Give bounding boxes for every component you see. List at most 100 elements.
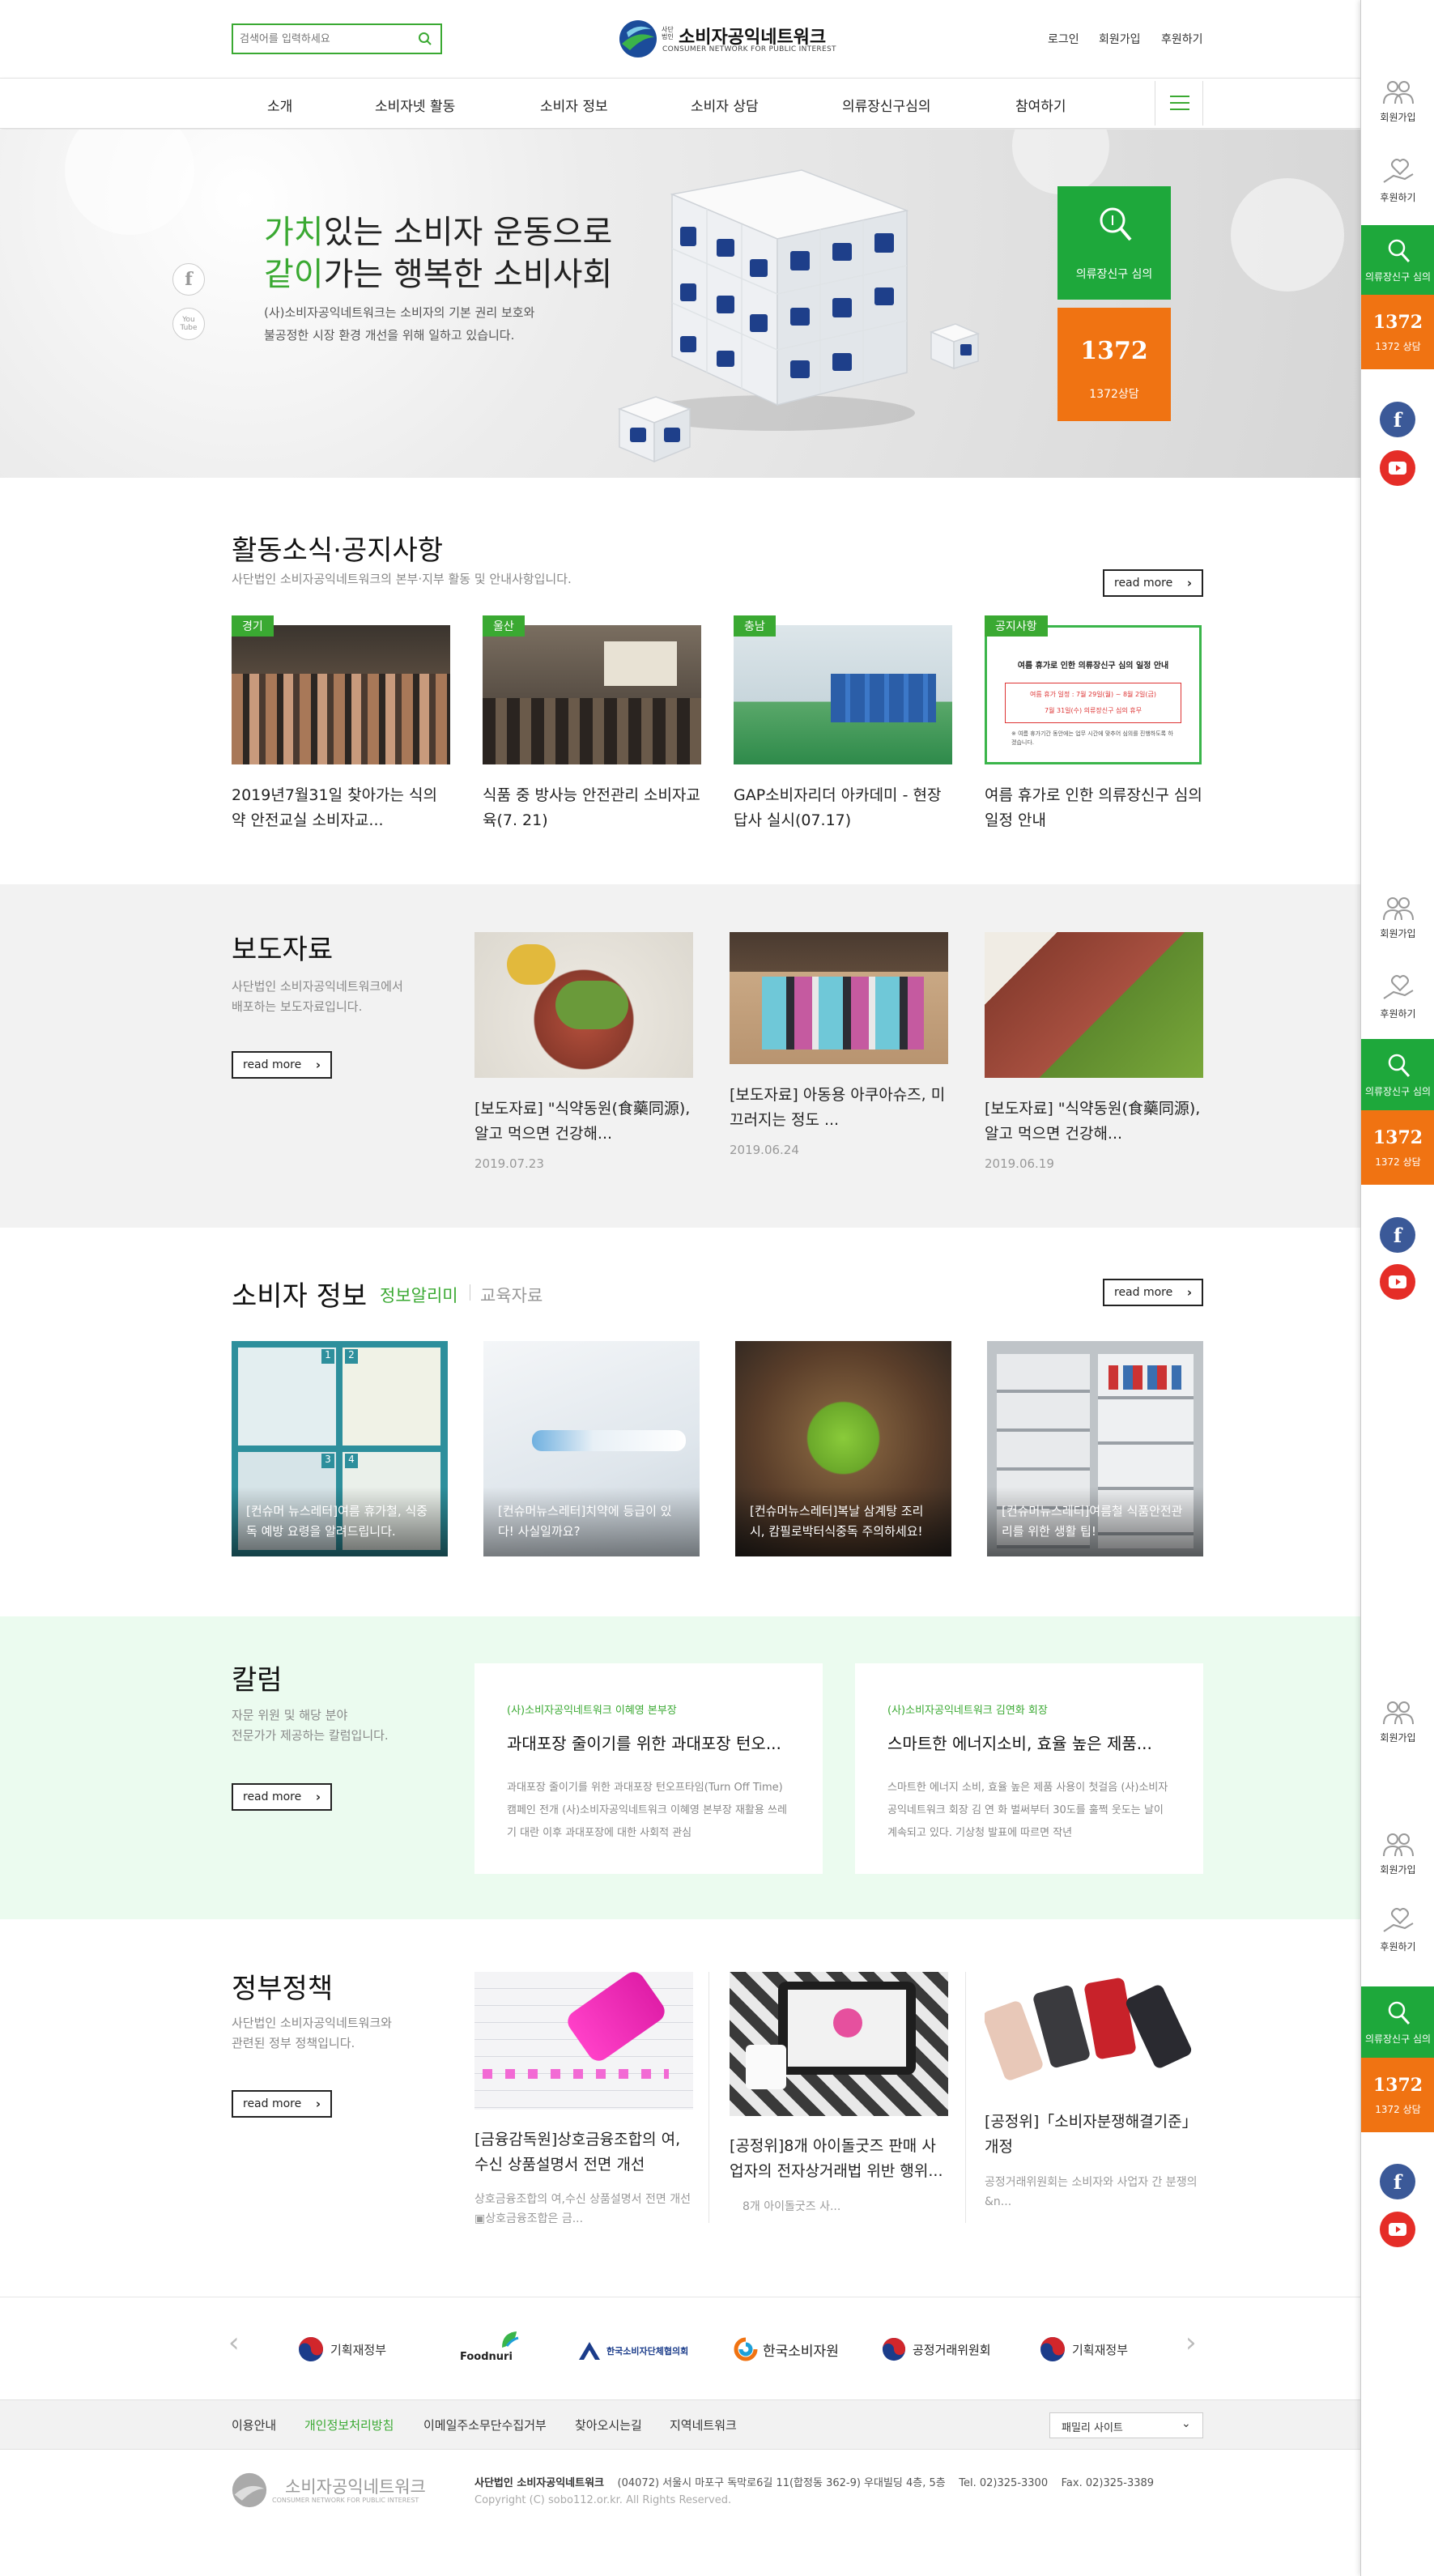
nav-item-review[interactable]: 의류장신구심의 [842, 95, 930, 115]
news-item-title-4[interactable]: 여름 휴가로 인한 의류장신구 심의 일정 안내 [985, 783, 1203, 833]
press-thumb-1[interactable] [474, 932, 693, 1078]
signup-link[interactable]: 회원가입 [1099, 31, 1141, 47]
policy-thumb-1[interactable] [474, 1972, 693, 2110]
review-cta-button[interactable]: 의류장신구 심의 [1057, 186, 1171, 300]
sidebar-youtube-button[interactable] [1380, 1264, 1415, 1300]
cube-illustration [617, 169, 981, 463]
family-site-select[interactable]: 패밀리 사이트 ⌄ [1049, 2412, 1203, 2438]
sidebar-donate-button[interactable]: 후원하기 [1361, 1895, 1434, 1965]
login-link[interactable]: 로그인 [1048, 31, 1079, 47]
sidebar-donate-button[interactable]: 후원하기 [1361, 962, 1434, 1032]
quad-number: 4 [345, 1454, 358, 1468]
sidebar-call-button[interactable]: 1372 1372 상담 [1361, 1110, 1434, 1185]
search-input[interactable] [240, 32, 402, 46]
sidebar-join-button[interactable]: 회원가입 [1361, 883, 1434, 952]
column-title-1: 과대포장 줄이기를 위한 과대포장 턴오... [507, 1734, 781, 1753]
nav-item-intro[interactable]: 소개 [267, 95, 292, 115]
phone-photo [1124, 1982, 1194, 2071]
press-item-title-3[interactable]: [보도자료] "식약동원(食藥同源), 알고 먹으면 건강해... [985, 1096, 1203, 1147]
sidebar-join-button[interactable]: 회원가입 [1361, 1687, 1434, 1756]
footer-tel: Tel. 02)325-3300 [959, 2477, 1049, 2489]
sidebar-facebook-button[interactable]: f [1380, 1217, 1415, 1253]
sidebar-youtube-button[interactable] [1380, 450, 1415, 486]
facebook-social-button[interactable]: f [172, 263, 205, 296]
search-icon[interactable] [418, 32, 432, 46]
policy-read-more-button[interactable]: read more › [232, 2090, 332, 2118]
nav-item-activity[interactable]: 소비자넷 활동 [375, 95, 455, 115]
sidebar-review-button[interactable]: 의류장신구 심의 [1361, 225, 1434, 295]
info-tab-active[interactable]: 정보알리미 [380, 1283, 458, 1307]
column-read-more-button[interactable]: read more › [232, 1783, 332, 1811]
press-section-title: 보도자료 [232, 934, 334, 966]
column-card-2[interactable]: (사)소비자공익네트워크 김연화 회장 스마트한 에너지소비, 효율 높은 제품… [855, 1663, 1203, 1874]
sidebar-review-button[interactable]: 의류장신구 심의 [1361, 1986, 1434, 2058]
food-items [1108, 1365, 1181, 1390]
news-notice-tag: 공지사항 [985, 615, 1048, 637]
news-thumb-3[interactable] [734, 625, 952, 764]
sidebar-join-button[interactable]: 회원가입 [1361, 1819, 1434, 1888]
partner-logo-kca[interactable]: 한국소비자원 [734, 2335, 839, 2363]
pink-circle [833, 2008, 862, 2037]
nav-item-participate[interactable]: 참여하기 [1015, 95, 1066, 115]
news-thumb-2[interactable] [483, 625, 701, 764]
sidebar-youtube-button[interactable] [1380, 2212, 1415, 2247]
info-card-1[interactable]: 1 2 3 4 [컨슈머 뉴스레터]여름 휴가철, 식중독 예방 요령을 알려드… [232, 1341, 448, 1556]
footer-link-directions[interactable]: 찾아오시는길 [575, 2416, 642, 2433]
chevron-right-icon: › [1186, 1285, 1192, 1300]
chevron-right-icon: › [315, 2097, 321, 2111]
partner-logo-consumer-council[interactable]: 한국소비자단체협의회 [577, 2339, 688, 2363]
all-menu-button[interactable] [1155, 81, 1203, 126]
press-item-title-1[interactable]: [보도자료] "식약동원(食藥同源), 알고 먹으면 건강해... [474, 1096, 693, 1147]
policy-thumb-2[interactable] [730, 1972, 948, 2116]
policy-item-title-2[interactable]: [공정위]8개 아이돌굿즈 판매 사업자의 전자상거래법 위반 행위... [730, 2134, 948, 2184]
corn-photo [507, 944, 555, 985]
footer-link-terms[interactable]: 이용안내 [232, 2416, 276, 2433]
info-read-more-button[interactable]: read more › [1103, 1279, 1203, 1306]
policy-item-title-3[interactable]: [공정위]「소비자분쟁해결기준」 개정 [985, 2110, 1203, 2160]
sidebar-call-button[interactable]: 1372 1372 상담 [1361, 295, 1434, 369]
news-read-more-button[interactable]: read more › [1103, 569, 1203, 597]
column-card-1[interactable]: (사)소비자공익네트워크 이혜영 본부장 과대포장 줄이기를 위한 과대포장 턴… [474, 1663, 823, 1874]
info-card-4[interactable]: [컨슈머뉴스레터]여름철 식품안전관리를 위한 생활 팁! [987, 1341, 1203, 1556]
policy-item-title-1[interactable]: [금융감독원]상호금융조합의 여,수신 상품설명서 전면 개선 [474, 2127, 693, 2178]
partner-prev-button[interactable]: ‹ [228, 2329, 240, 2357]
donate-link[interactable]: 후원하기 [1161, 31, 1203, 47]
search-box[interactable] [232, 23, 442, 54]
nav-item-counsel[interactable]: 소비자 상담 [691, 95, 759, 115]
press-thumb-3[interactable] [985, 932, 1203, 1078]
call-1372-button[interactable]: 1372 1372상담 [1057, 308, 1171, 421]
sidebar-join-button[interactable]: 회원가입 [1361, 66, 1434, 136]
press-item-title-2[interactable]: [보도자료] 아동용 아쿠아슈즈, 미끄러지는 정도 ... [730, 1083, 948, 1133]
press-section-subtitle: 사단법인 소비자공익네트워크에서 배포하는 보도자료입니다. [232, 979, 403, 1014]
press-thumb-2[interactable] [730, 932, 948, 1064]
partner-logo-ftc[interactable]: 공정거래위원회 [882, 2335, 991, 2363]
info-card-3[interactable]: [컨슈머뉴스레터]복날 삼계탕 조리시, 캄필로박터식중독 주의하세요! [735, 1341, 951, 1556]
sidebar-facebook-button[interactable]: f [1380, 402, 1415, 437]
news-item-title-2[interactable]: 식품 중 방사능 안전관리 소비자교육(7. 21) [483, 783, 701, 833]
nav-item-info[interactable]: 소비자 정보 [540, 95, 608, 115]
policy-thumb-3[interactable] [985, 1972, 1203, 2092]
sidebar-donate-button[interactable]: 후원하기 [1361, 146, 1434, 215]
news-thumb-4[interactable]: 여름 휴가로 인한 의류장신구 심의 일정 안내 여름 휴가 일정 : 7월 2… [985, 625, 1202, 764]
partner-logo-foodnuri[interactable]: Foodnuri [460, 2330, 525, 2367]
partner-logo-moef[interactable]: 기획재정부 [298, 2335, 386, 2363]
policy-section-subtitle: 사단법인 소비자공익네트워크와 관련된 정부 정책입니다. [232, 2016, 392, 2050]
footer-link-regional[interactable]: 지역네트워크 [670, 2416, 737, 2433]
sidebar-call-button[interactable]: 1372 1372 상담 [1361, 2058, 1434, 2132]
press-read-more-button[interactable]: read more › [232, 1051, 332, 1079]
news-thumb-1[interactable] [232, 625, 450, 764]
partner-next-button[interactable]: › [1185, 2329, 1197, 2357]
hero-accent-1: 가치 [264, 214, 324, 251]
hero-accent-2: 같이 [264, 256, 324, 293]
info-card-2[interactable]: [컨슈머뉴스레터]치약에 등급이 있다! 사실일까요? [483, 1341, 700, 1556]
footer-link-email-policy[interactable]: 이메일주소무단수집거부 [423, 2416, 547, 2433]
footer-link-privacy[interactable]: 개인정보처리방침 [304, 2416, 394, 2433]
info-tab-education[interactable]: 교육자료 [480, 1283, 543, 1307]
news-item-title-3[interactable]: GAP소비자리더 아카데미 - 현장답사 실시(07.17) [734, 783, 952, 833]
youtube-social-button[interactable]: You Tube [172, 308, 205, 340]
partner-logo-moef-2[interactable]: 기획재정부 [1040, 2335, 1128, 2363]
sidebar-facebook-button[interactable]: f [1380, 2164, 1415, 2199]
site-logo[interactable]: 사단 법인 소비자공익네트워크 CONSUMER NETWORK FOR PUB… [619, 19, 836, 60]
news-item-title-1[interactable]: 2019년7월31일 찾아가는 식의약 안전교실 소비자교... [232, 783, 450, 833]
sidebar-review-button[interactable]: 의류장신구 심의 [1361, 1039, 1434, 1110]
